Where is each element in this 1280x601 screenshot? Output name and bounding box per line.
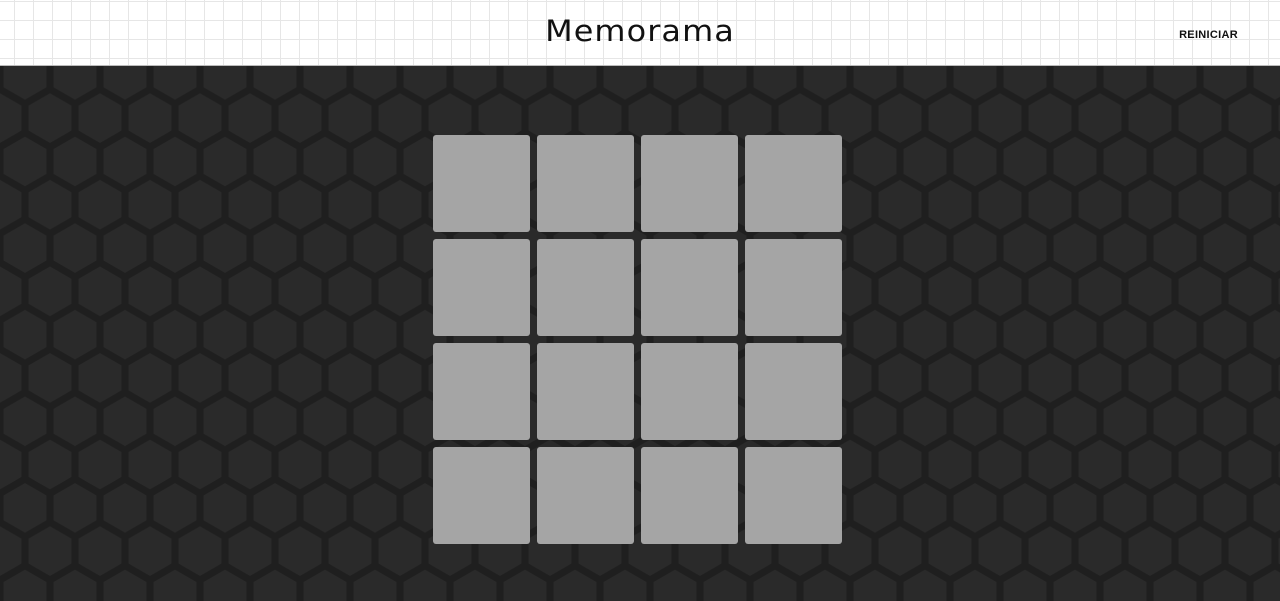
header: Memorama REINICIAR [0,0,1280,66]
game-area [0,66,1280,601]
memory-card[interactable] [433,447,530,544]
memory-card[interactable] [641,239,738,336]
memory-card[interactable] [745,135,842,232]
memory-card[interactable] [433,343,530,440]
restart-button[interactable]: REINICIAR [1179,29,1238,41]
memory-card[interactable] [641,447,738,544]
card-board [433,135,842,544]
memory-card[interactable] [537,135,634,232]
memory-card[interactable] [537,343,634,440]
memory-card[interactable] [537,447,634,544]
memory-card[interactable] [641,343,738,440]
memory-card[interactable] [537,239,634,336]
memory-card[interactable] [745,343,842,440]
memory-card[interactable] [745,447,842,544]
memory-card[interactable] [433,135,530,232]
memory-card[interactable] [433,239,530,336]
memory-card[interactable] [745,239,842,336]
memory-card[interactable] [641,135,738,232]
page-title: Memorama [545,14,735,48]
